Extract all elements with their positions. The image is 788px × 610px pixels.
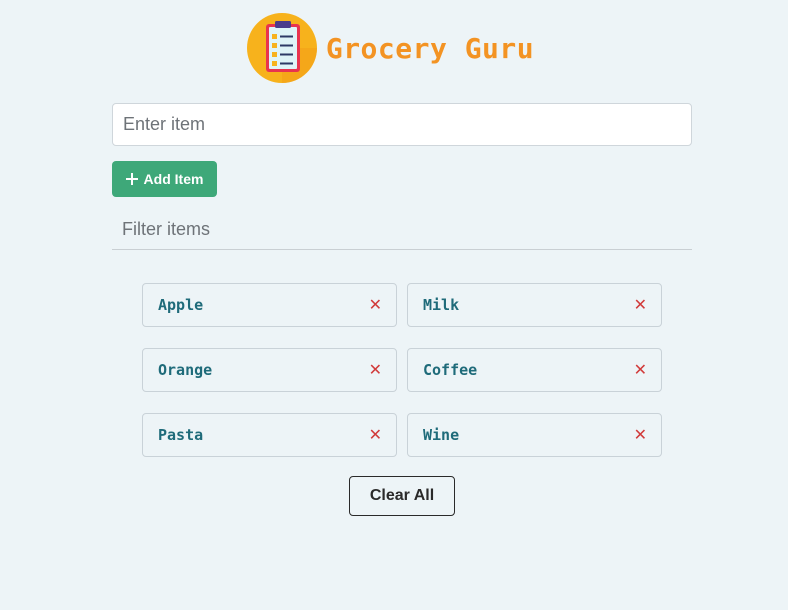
close-icon[interactable]: ✕: [369, 297, 382, 313]
list-item: Pasta ✕: [142, 413, 397, 457]
close-icon[interactable]: ✕: [634, 427, 647, 443]
item-name: Apple: [158, 296, 204, 314]
item-name: Wine: [423, 426, 460, 444]
add-item-label: Add Item: [143, 171, 204, 187]
close-icon[interactable]: ✕: [369, 362, 382, 378]
clear-all-button[interactable]: Clear All: [349, 476, 455, 516]
add-item-button[interactable]: Add Item: [112, 161, 217, 197]
close-icon[interactable]: ✕: [634, 297, 647, 313]
list-item: Apple ✕: [142, 283, 397, 327]
item-input[interactable]: [112, 103, 692, 146]
filter-input[interactable]: [112, 210, 692, 250]
list-item: Orange ✕: [142, 348, 397, 392]
item-name: Pasta: [158, 426, 204, 444]
close-icon[interactable]: ✕: [634, 362, 647, 378]
close-icon[interactable]: ✕: [369, 427, 382, 443]
clipboard-checklist-icon: [246, 13, 317, 83]
list-item: Wine ✕: [407, 413, 662, 457]
list-item: Milk ✕: [407, 283, 662, 327]
item-name: Orange: [158, 361, 213, 379]
app-header: Grocery Guru: [0, 12, 788, 84]
app-title: Grocery Guru: [325, 31, 535, 65]
list-item: Coffee ✕: [407, 348, 662, 392]
item-name: Milk: [423, 296, 460, 314]
item-list: Apple ✕ Milk ✕ Orange ✕ Coffee ✕ Pasta ✕…: [142, 283, 662, 457]
item-name: Coffee: [423, 361, 478, 379]
plus-icon: [125, 173, 138, 185]
